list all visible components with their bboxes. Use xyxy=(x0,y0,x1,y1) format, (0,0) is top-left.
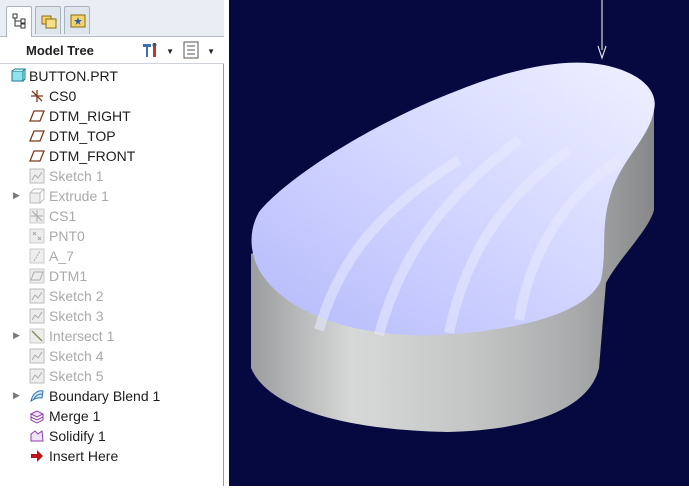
tree-item-label: DTM_RIGHT xyxy=(49,108,131,124)
tab-folder-browser[interactable] xyxy=(35,6,61,34)
tree-item-solidify-1[interactable]: Solidify 1 xyxy=(0,426,224,446)
folder-browser-icon xyxy=(41,15,57,29)
expand-arrow-icon[interactable]: ▶ xyxy=(13,190,23,201)
part-icon xyxy=(10,68,27,84)
insert-arrow-icon xyxy=(29,448,45,464)
datum-axis-icon xyxy=(29,248,45,264)
datum-plane-icon xyxy=(29,108,45,124)
chevron-down-icon: ▼ xyxy=(207,47,215,56)
tree-item-label: DTM_FRONT xyxy=(49,148,136,164)
tree-item-pnt0[interactable]: PNT0 xyxy=(0,226,224,246)
tree-item-label: Insert Here xyxy=(49,448,119,464)
expand-arrow-icon[interactable]: ▶ xyxy=(13,390,23,401)
tree-item-label: BUTTON.PRT xyxy=(29,68,118,84)
tree-item-merge-1[interactable]: Merge 1 xyxy=(0,406,224,426)
sketch-icon xyxy=(29,168,45,184)
extrude-icon xyxy=(29,188,45,204)
tree-item-dtm-top[interactable]: DTM_TOP xyxy=(0,126,224,146)
tools-icon xyxy=(143,43,157,57)
tree-item-boundary-blend-1[interactable]: ▶ Boundary Blend 1 xyxy=(0,386,224,406)
tree-item-label: Merge 1 xyxy=(49,408,101,424)
tree-item-dtm1[interactable]: DTM1 xyxy=(0,266,224,286)
tree-item-label: Sketch 2 xyxy=(49,288,104,304)
tree-item-sketch-5[interactable]: Sketch 5 xyxy=(0,366,224,386)
sketch-icon xyxy=(29,308,45,324)
tree-item-label: Intersect 1 xyxy=(49,328,115,344)
expand-arrow-icon[interactable]: ▶ xyxy=(13,330,23,341)
tree-item-label: CS0 xyxy=(49,88,77,104)
sketch-icon xyxy=(29,288,45,304)
tree-item-label: Sketch 3 xyxy=(49,308,104,324)
tree-item-cs1[interactable]: CS1 xyxy=(0,206,224,226)
tree-item-dtm-front[interactable]: DTM_FRONT xyxy=(0,146,224,166)
tree-item-dtm-right[interactable]: DTM_RIGHT xyxy=(0,106,224,126)
sketch-icon xyxy=(29,348,45,364)
datum-point-icon xyxy=(29,228,45,244)
tree-item-label: DTM_TOP xyxy=(49,128,116,144)
chevron-down-icon: ▼ xyxy=(166,47,174,56)
tree-item-insert-here[interactable]: Insert Here xyxy=(0,446,224,466)
coordinate-system-icon xyxy=(29,208,45,224)
tree-item-label: Solidify 1 xyxy=(49,428,106,444)
graphics-viewport[interactable] xyxy=(229,0,689,486)
tree-item-label: A_7 xyxy=(49,248,74,264)
tree-item-button-prt[interactable]: BUTTON.PRT xyxy=(0,66,224,86)
tree-item-label: CS1 xyxy=(49,208,77,224)
list-view-icon xyxy=(183,41,199,59)
tree-item-label: Sketch 4 xyxy=(49,348,104,364)
tree-item-label: Sketch 1 xyxy=(49,168,104,184)
solidify-icon xyxy=(29,428,45,444)
model-tree: BUTTON.PRT CS0 DTM_RIGHT DTM_TOP DTM_FRO… xyxy=(0,66,224,466)
tree-item-cs0[interactable]: CS0 xyxy=(0,86,224,106)
datum-plane-icon xyxy=(29,148,45,164)
tree-item-extrude-1[interactable]: ▶ Extrude 1 xyxy=(0,186,224,206)
tree-item-label: Sketch 5 xyxy=(49,368,104,384)
datum-plane-icon xyxy=(29,268,45,284)
merge-icon xyxy=(29,408,45,424)
tree-item-sketch-2[interactable]: Sketch 2 xyxy=(0,286,224,306)
navigator-panel: Model Tree ▼ ▼ BUTTON.PRT CS0 DTM_RIGHT … xyxy=(0,0,224,486)
3d-model-view xyxy=(251,0,655,432)
tree-item-label: PNT0 xyxy=(49,228,85,244)
sketch-icon xyxy=(29,368,45,384)
tree-item-sketch-3[interactable]: Sketch 3 xyxy=(0,306,224,326)
datum-plane-icon xyxy=(29,128,45,144)
tree-show-button[interactable]: ▼ xyxy=(182,41,216,59)
coordinate-system-icon xyxy=(29,88,45,104)
tree-item-sketch-1[interactable]: Sketch 1 xyxy=(0,166,224,186)
intersect-icon xyxy=(29,328,45,344)
navigator-tabs xyxy=(0,0,224,37)
favorites-icon xyxy=(70,14,86,28)
tree-item-label: DTM1 xyxy=(49,268,88,284)
tree-item-label: Extrude 1 xyxy=(49,188,109,204)
tab-favorites[interactable] xyxy=(64,6,90,34)
tree-item-a-7[interactable]: A_7 xyxy=(0,246,224,266)
model-tree-icon xyxy=(12,13,26,29)
model-tree-header: Model Tree ▼ ▼ xyxy=(0,37,224,64)
tree-item-intersect-1[interactable]: ▶ Intersect 1 xyxy=(0,326,224,346)
tree-item-label: Boundary Blend 1 xyxy=(49,388,161,404)
tab-model-tree[interactable] xyxy=(6,6,32,37)
tree-settings-button[interactable]: ▼ xyxy=(141,41,175,59)
tree-item-sketch-4[interactable]: Sketch 4 xyxy=(0,346,224,366)
model-tree-title: Model Tree xyxy=(26,43,94,58)
boundary-blend-icon xyxy=(29,388,45,404)
